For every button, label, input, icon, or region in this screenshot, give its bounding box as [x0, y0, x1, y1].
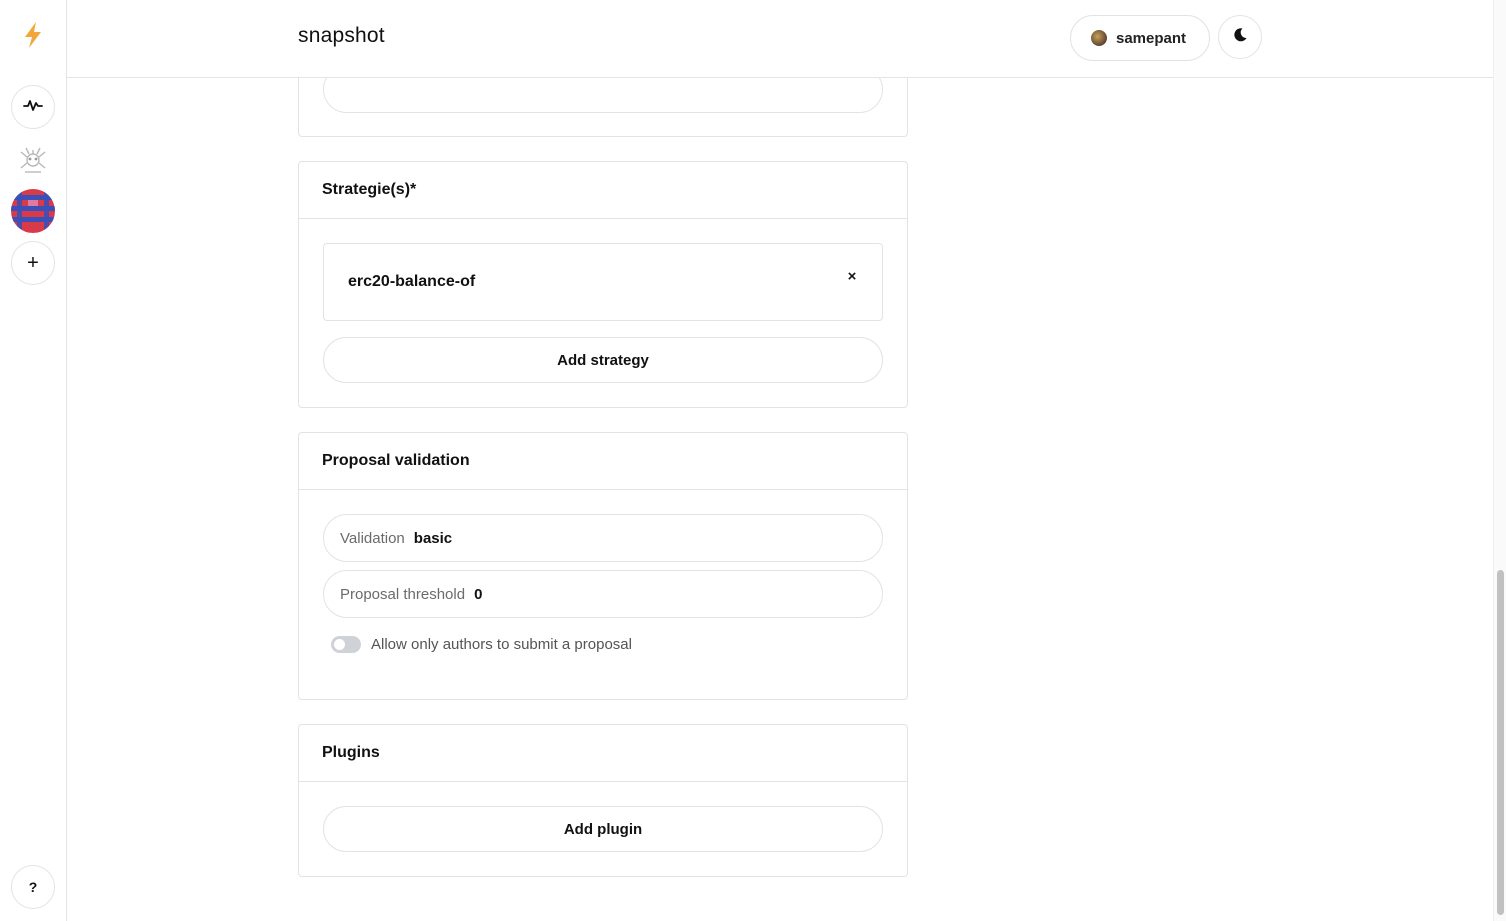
strategy-name: erc20-balance-of	[348, 273, 476, 290]
space-avatar-1[interactable]	[11, 138, 55, 182]
add-space-button[interactable]: +	[11, 241, 55, 285]
authors-only-toggle[interactable]	[331, 636, 361, 653]
avatar	[1091, 30, 1107, 46]
activity-icon	[23, 97, 43, 118]
strategies-card: Strategie(s)* erc20-balance-of × Add str…	[298, 161, 908, 408]
lightning-icon[interactable]	[19, 20, 47, 50]
brand-title[interactable]: snapshot	[298, 24, 385, 48]
add-strategy-button[interactable]: Add strategy	[323, 337, 883, 383]
proposal-validation-card: Proposal validation Validation basic Pro…	[298, 432, 908, 700]
help-button[interactable]: ?	[11, 865, 55, 909]
validation-select[interactable]: Validation basic	[323, 514, 883, 562]
left-rail: + ?	[0, 0, 67, 921]
strategy-item[interactable]: erc20-balance-of ×	[323, 243, 883, 321]
help-icon: ?	[28, 879, 38, 895]
authors-only-row: Allow only authors to submit a proposal	[331, 636, 632, 653]
card-title: Strategie(s)*	[299, 162, 907, 219]
username: samepant	[1116, 29, 1187, 47]
scrollbar-thumb[interactable]	[1497, 570, 1504, 915]
field-value: 0	[474, 585, 483, 603]
toggle-label: Allow only authors to submit a proposal	[371, 636, 632, 653]
plugins-card: Plugins Add plugin	[298, 724, 908, 877]
plus-icon: +	[27, 251, 39, 274]
theme-toggle-button[interactable]	[1218, 15, 1262, 59]
space-avatar-icon	[20, 147, 46, 173]
top-header: snapshot samepant	[67, 0, 1493, 78]
field-value: basic	[413, 529, 453, 547]
space-avatar-icon	[11, 189, 55, 233]
activity-button[interactable]	[11, 85, 55, 129]
close-icon[interactable]: ×	[844, 269, 860, 285]
field-label: Validation	[340, 529, 405, 547]
add-plugin-button[interactable]: Add plugin	[323, 806, 883, 852]
card-title: Proposal validation	[299, 433, 907, 490]
account-button[interactable]: samepant	[1070, 15, 1210, 61]
space-avatar-2[interactable]	[11, 189, 55, 233]
moon-icon	[1232, 27, 1248, 48]
page-scrollbar[interactable]	[1493, 0, 1506, 921]
proposal-threshold-input[interactable]: Proposal threshold 0	[323, 570, 883, 618]
field-label: Proposal threshold	[340, 585, 466, 603]
card-title: Plugins	[299, 725, 907, 782]
